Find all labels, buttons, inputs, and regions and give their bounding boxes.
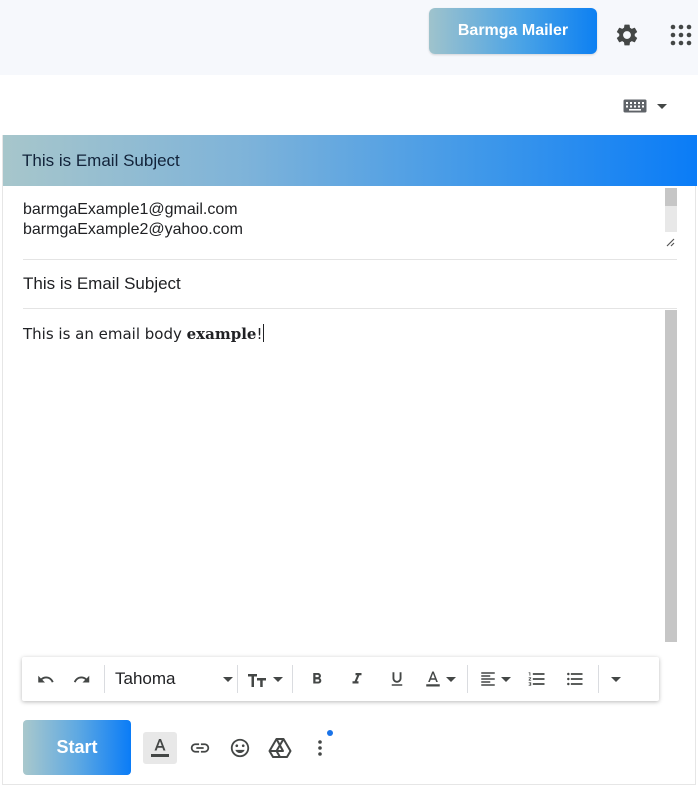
subject-input[interactable] (23, 272, 663, 296)
font-family-value: Tahoma (115, 669, 176, 688)
recipients-field: barmgaExample1@gmail.com barmgaExample2@… (23, 186, 677, 260)
underline-icon[interactable] (377, 663, 417, 695)
keyboard-selector[interactable] (623, 96, 669, 116)
toolbar-separator (237, 665, 238, 693)
chevron-down-icon (273, 676, 283, 682)
redo-icon[interactable] (64, 663, 100, 695)
compose-panel: This is Email Subject barmgaExample1@gma… (2, 135, 697, 785)
chevron-down-icon (611, 676, 621, 682)
more-formatting-icon[interactable] (603, 663, 629, 695)
chevron-down-icon (446, 676, 456, 682)
toolbar-separator (598, 665, 599, 693)
bold-icon[interactable] (297, 663, 337, 695)
keyboard-icon (623, 99, 647, 113)
drive-icon[interactable] (263, 732, 297, 764)
body-text-start: This is an email body (23, 325, 187, 343)
scrollbar-thumb[interactable] (665, 188, 677, 206)
chevron-down-icon (657, 103, 667, 109)
compose-actions: Start (23, 720, 677, 776)
body-text-end: ! (256, 325, 263, 343)
formatting-toolbar: Tahoma (22, 657, 659, 701)
link-icon[interactable] (183, 732, 217, 764)
resize-grip-icon[interactable] (665, 237, 675, 247)
numbered-list-icon[interactable] (518, 663, 556, 695)
subject-field (23, 260, 677, 309)
text-cursor (263, 324, 265, 342)
body-scrollbar[interactable] (665, 310, 677, 642)
formatting-options-icon[interactable] (143, 732, 177, 764)
font-family-select[interactable]: Tahoma (109, 663, 233, 695)
notification-dot (327, 730, 333, 736)
apps-grid-icon[interactable] (664, 18, 698, 52)
undo-icon[interactable] (28, 663, 64, 695)
body-text-bold: example (186, 325, 257, 343)
italic-icon[interactable] (337, 663, 377, 695)
text-color-icon[interactable] (417, 663, 463, 695)
align-icon[interactable] (472, 663, 518, 695)
toolbar-separator (292, 665, 293, 693)
toolbar-separator (104, 665, 105, 693)
panel-header-title: This is Email Subject (3, 135, 697, 186)
toolbar-separator (467, 665, 468, 693)
top-bar: Barmga Mailer (0, 0, 698, 75)
text-size-icon[interactable] (242, 663, 288, 695)
email-body-editor[interactable]: This is an email body example! (23, 310, 677, 642)
gear-icon[interactable] (610, 18, 644, 52)
chevron-down-icon (223, 676, 233, 682)
bulleted-list-icon[interactable] (556, 663, 594, 695)
recipients-input[interactable]: barmgaExample1@gmail.com barmgaExample2@… (23, 200, 659, 250)
emoji-icon[interactable] (223, 732, 257, 764)
more-options-icon[interactable] (303, 732, 337, 764)
barmga-mailer-button[interactable]: Barmga Mailer (429, 8, 597, 54)
email-body-text[interactable]: This is an email body example! (23, 324, 265, 343)
recipients-scrollbar[interactable] (665, 188, 677, 232)
start-button[interactable]: Start (23, 720, 131, 775)
chevron-down-icon (501, 676, 511, 682)
